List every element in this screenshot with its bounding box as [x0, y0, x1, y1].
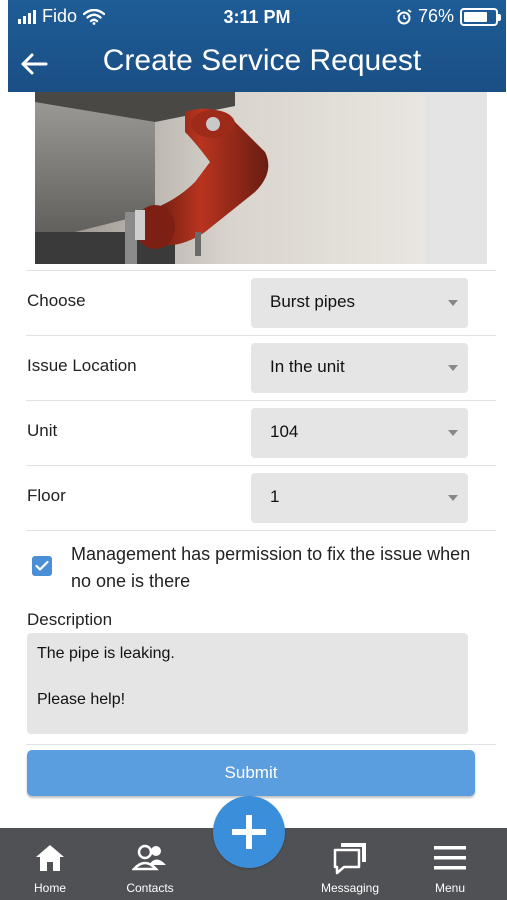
permission-checkbox[interactable] — [32, 556, 52, 576]
issue-location-row: Issue Location In the unit — [26, 336, 496, 400]
unit-row: Unit 104 — [26, 401, 496, 465]
divider — [26, 530, 496, 531]
menu-icon — [434, 846, 466, 870]
photo-container — [35, 92, 487, 264]
issue-location-label: Issue Location — [27, 356, 137, 375]
tab-menu-label: Menu — [434, 881, 466, 895]
app-header: Fido 3:11 PM 76% Create Service Request — [8, 0, 506, 92]
submit-button[interactable]: Submit — [27, 750, 475, 796]
issue-photo[interactable] — [35, 92, 425, 264]
choose-value: Burst pipes — [270, 292, 356, 311]
alarm-icon — [396, 8, 412, 24]
permission-text: Management has permission to fix the iss… — [71, 544, 471, 591]
description-label: Description — [27, 610, 113, 629]
tab-messaging-label: Messaging — [320, 881, 380, 895]
tab-messaging[interactable]: Messaging — [305, 828, 395, 900]
messaging-icon — [333, 843, 366, 875]
unit-select[interactable]: 104 — [251, 408, 468, 458]
contacts-icon — [132, 844, 166, 871]
page-title: Create Service Request — [102, 44, 422, 77]
nav-bar: Create Service Request — [8, 36, 506, 92]
floor-label: Floor — [27, 486, 66, 505]
status-right: 76% — [396, 6, 501, 27]
plus-icon — [232, 815, 266, 849]
caret-down-icon — [448, 430, 458, 436]
floor-value: 1 — [270, 487, 280, 506]
home-icon — [36, 845, 64, 871]
checkmark-icon — [35, 560, 49, 571]
floor-row: Floor 1 — [26, 466, 496, 530]
tab-menu[interactable]: Menu — [410, 828, 490, 900]
choose-label: Choose — [27, 291, 86, 310]
tab-contacts[interactable]: Contacts — [105, 828, 195, 900]
battery-icon — [460, 7, 501, 26]
floor-select[interactable]: 1 — [251, 473, 468, 523]
add-request-button[interactable] — [213, 796, 285, 868]
issue-location-value: In the unit — [270, 357, 345, 376]
choose-row: Choose Burst pipes — [26, 271, 496, 335]
unit-value: 104 — [270, 422, 299, 441]
caret-down-icon — [448, 365, 458, 371]
caret-down-icon — [448, 495, 458, 501]
caret-down-icon — [448, 300, 458, 306]
permission-row: Management has permission to fix the iss… — [26, 538, 496, 594]
status-bar: Fido 3:11 PM 76% — [8, 0, 506, 36]
issue-location-select[interactable]: In the unit — [251, 343, 468, 393]
pipe-photo-image — [35, 92, 425, 264]
tab-home-label: Home — [33, 881, 66, 895]
tab-contacts-label: Contacts — [126, 881, 174, 895]
unit-label: Unit — [27, 421, 58, 440]
choose-select[interactable]: Burst pipes — [251, 278, 468, 328]
tab-home[interactable]: Home — [10, 828, 90, 900]
battery-percent: 76% — [417, 6, 454, 26]
description-textarea[interactable]: The pipe is leaking. Please help! — [27, 633, 468, 734]
divider — [26, 744, 496, 745]
